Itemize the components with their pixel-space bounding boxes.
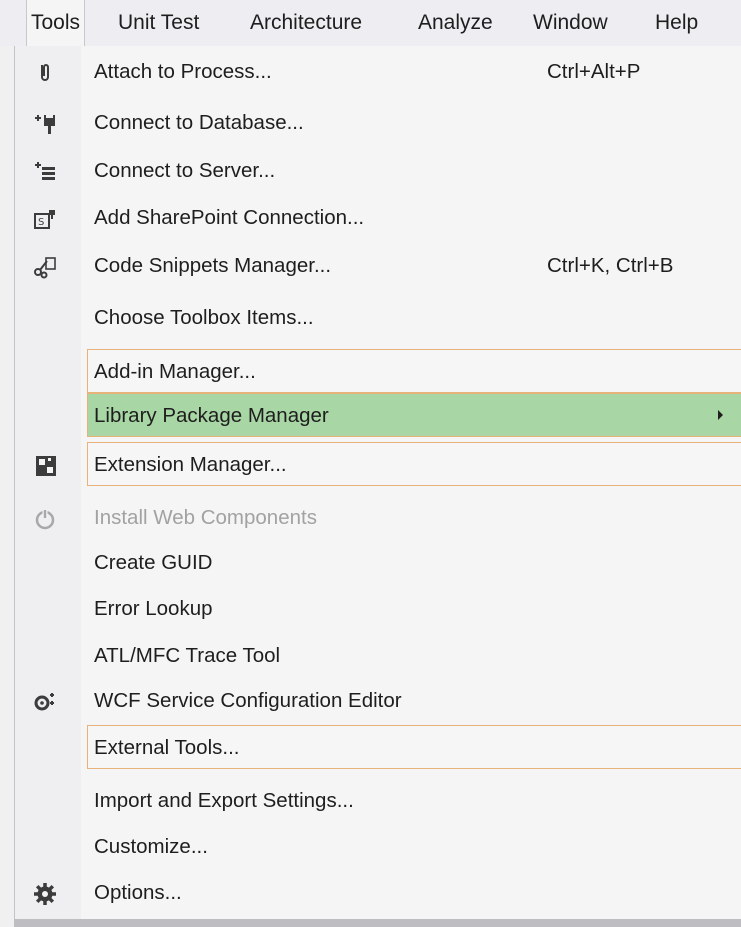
menu-item-label: Attach to Process... [94, 60, 272, 83]
add-server-icon [33, 160, 57, 184]
menu-item-label: Choose Toolbox Items... [94, 306, 314, 329]
menu-analyze[interactable]: Analyze [418, 0, 493, 46]
menu-architecture[interactable]: Architecture [250, 0, 362, 46]
menu-item-library-package-manager[interactable]: Library Package Manager [87, 393, 741, 437]
menu-item-atl-mfc-trace-tool[interactable]: ATL/MFC Trace Tool [15, 634, 741, 678]
menu-item-wcf-service-configuration-editor[interactable]: WCF Service Configuration Editor [15, 679, 741, 723]
add-database-icon [33, 112, 57, 136]
menu-item-label: Import and Export Settings... [94, 789, 354, 812]
menu-help[interactable]: Help [655, 0, 698, 46]
menu-item-options[interactable]: Options... [15, 871, 741, 915]
paperclip-icon [33, 61, 57, 85]
menu-item-add-sharepoint-connection[interactable]: S Add SharePoint Connection... [15, 196, 741, 240]
menu-item-extension-manager[interactable]: Extension Manager... [36, 442, 741, 486]
menu-item-add-in-manager[interactable]: Add-in Manager... [87, 349, 741, 393]
menu-item-shortcut: Ctrl+K, Ctrl+B [547, 254, 674, 277]
menu-item-label: Create GUID [94, 551, 213, 574]
menu-bar: Tools Unit Test Architecture Analyze Win… [0, 0, 741, 46]
svg-text:S: S [38, 217, 44, 228]
extension-manager-icon [34, 454, 58, 478]
submenu-arrow-icon [718, 410, 723, 420]
menu-item-label: Connect to Database... [94, 111, 304, 134]
menu-item-shortcut: Ctrl+Alt+P [547, 60, 641, 83]
tools-dropdown-menu: Attach to Process... Ctrl+Alt+P Connect … [14, 46, 741, 921]
menu-item-connect-to-database[interactable]: Connect to Database... [15, 101, 741, 145]
menu-item-import-export-settings[interactable]: Import and Export Settings... [15, 779, 741, 823]
menu-item-label: Add SharePoint Connection... [94, 206, 365, 229]
menu-item-label: Connect to Server... [94, 159, 276, 182]
menu-item-attach-to-process[interactable]: Attach to Process... Ctrl+Alt+P [15, 50, 741, 94]
menu-item-customize[interactable]: Customize... [15, 825, 741, 869]
menu-item-choose-toolbox-items[interactable]: Choose Toolbox Items... [15, 296, 741, 340]
menu-item-error-lookup[interactable]: Error Lookup [15, 587, 741, 631]
menu-item-label: ATL/MFC Trace Tool [94, 644, 281, 667]
power-icon [33, 507, 57, 531]
menu-item-label: Code Snippets Manager... [94, 254, 332, 277]
sharepoint-connection-icon: S [33, 207, 57, 231]
menu-item-label: Install Web Components [94, 506, 317, 529]
menu-item-create-guid[interactable]: Create GUID [15, 541, 741, 585]
menu-item-label: Error Lookup [94, 597, 213, 620]
menu-tools[interactable]: Tools [26, 0, 86, 46]
menu-item-code-snippets-manager[interactable]: Code Snippets Manager... Ctrl+K, Ctrl+B [15, 244, 741, 288]
menu-item-external-tools[interactable]: External Tools... [87, 725, 741, 769]
code-snippets-icon [33, 255, 57, 279]
menu-window[interactable]: Window [533, 0, 608, 46]
menu-item-label: Options... [94, 881, 182, 904]
menu-item-label: Add-in Manager... [94, 360, 256, 383]
menu-item-label: Extension Manager... [94, 453, 287, 476]
wcf-config-icon [33, 690, 57, 714]
gear-icon [33, 882, 57, 906]
menu-bottom-shadow [14, 919, 741, 927]
menu-item-label: Customize... [94, 835, 208, 858]
menu-item-label: External Tools... [94, 736, 240, 759]
menu-unit-test[interactable]: Unit Test [118, 0, 199, 46]
menu-item-label: WCF Service Configuration Editor [94, 689, 402, 712]
menu-item-install-web-components: Install Web Components [15, 496, 741, 540]
menu-item-label: Library Package Manager [94, 404, 329, 427]
menu-item-connect-to-server[interactable]: Connect to Server... [15, 149, 741, 193]
